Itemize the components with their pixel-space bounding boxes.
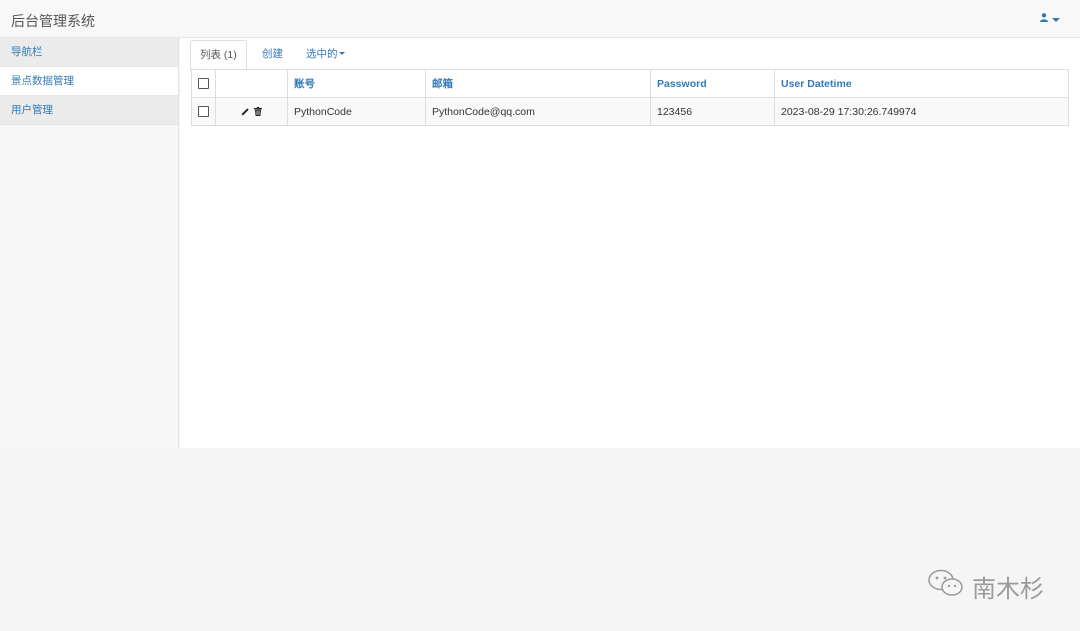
main-content: 列表 (1) 创建 选中的 账号 邮箱 Password User Dateti… [180, 38, 1080, 448]
password-cell: 123456 [650, 97, 775, 126]
top-navbar: 后台管理系统 [0, 0, 1080, 38]
row-actions-cell [215, 97, 288, 126]
tab-bar: 列表 (1) 创建 选中的 [190, 40, 1069, 71]
tab-create-label: 创建 [262, 48, 283, 60]
user-table: 账号 邮箱 Password User Datetime PythonCode … [191, 69, 1069, 126]
tab-list-label: 列表 (1) [200, 49, 237, 61]
column-header-password[interactable]: Password [650, 69, 775, 98]
row-checkbox[interactable] [198, 106, 209, 118]
sidebar-item-users[interactable]: 用户管理 [0, 96, 178, 125]
tab-create[interactable]: 创建 [253, 40, 292, 70]
account-cell: PythonCode [287, 97, 426, 126]
watermark: 南木杉 [926, 568, 1044, 605]
user-icon [1040, 13, 1048, 25]
app-title[interactable]: 后台管理系统 [11, 11, 95, 31]
table-header-row: 账号 邮箱 Password User Datetime [191, 69, 1069, 98]
email-cell: PythonCode@qq.com [425, 97, 651, 126]
tab-selected-dropdown[interactable]: 选中的 [297, 40, 354, 70]
actions-header [215, 69, 288, 98]
row-select-cell [191, 97, 216, 126]
table-row: PythonCode PythonCode@qq.com 123456 2023… [191, 97, 1069, 126]
column-header-email[interactable]: 邮箱 [425, 69, 651, 98]
tab-list[interactable]: 列表 (1) [190, 40, 247, 71]
chevron-down-icon [1052, 17, 1060, 22]
pencil-icon[interactable] [241, 107, 250, 116]
sidebar-item-scenic-data[interactable]: 景点数据管理 [0, 67, 178, 96]
sidebar-item-nav[interactable]: 导航栏 [0, 38, 178, 67]
tab-selected-label: 选中的 [306, 48, 338, 60]
datetime-cell: 2023-08-29 17:30:26.749974 [774, 97, 1069, 126]
select-all-cell [191, 69, 216, 98]
sidebar: 导航栏 景点数据管理 用户管理 [0, 38, 179, 448]
trash-icon[interactable] [254, 107, 262, 116]
chevron-down-icon [338, 52, 345, 56]
watermark-text: 南木杉 [972, 576, 1044, 603]
select-all-checkbox[interactable] [198, 78, 209, 90]
column-header-datetime[interactable]: User Datetime [774, 69, 1069, 98]
user-menu-button[interactable] [1040, 13, 1060, 25]
wechat-icon [926, 568, 966, 605]
column-header-account[interactable]: 账号 [287, 69, 426, 98]
